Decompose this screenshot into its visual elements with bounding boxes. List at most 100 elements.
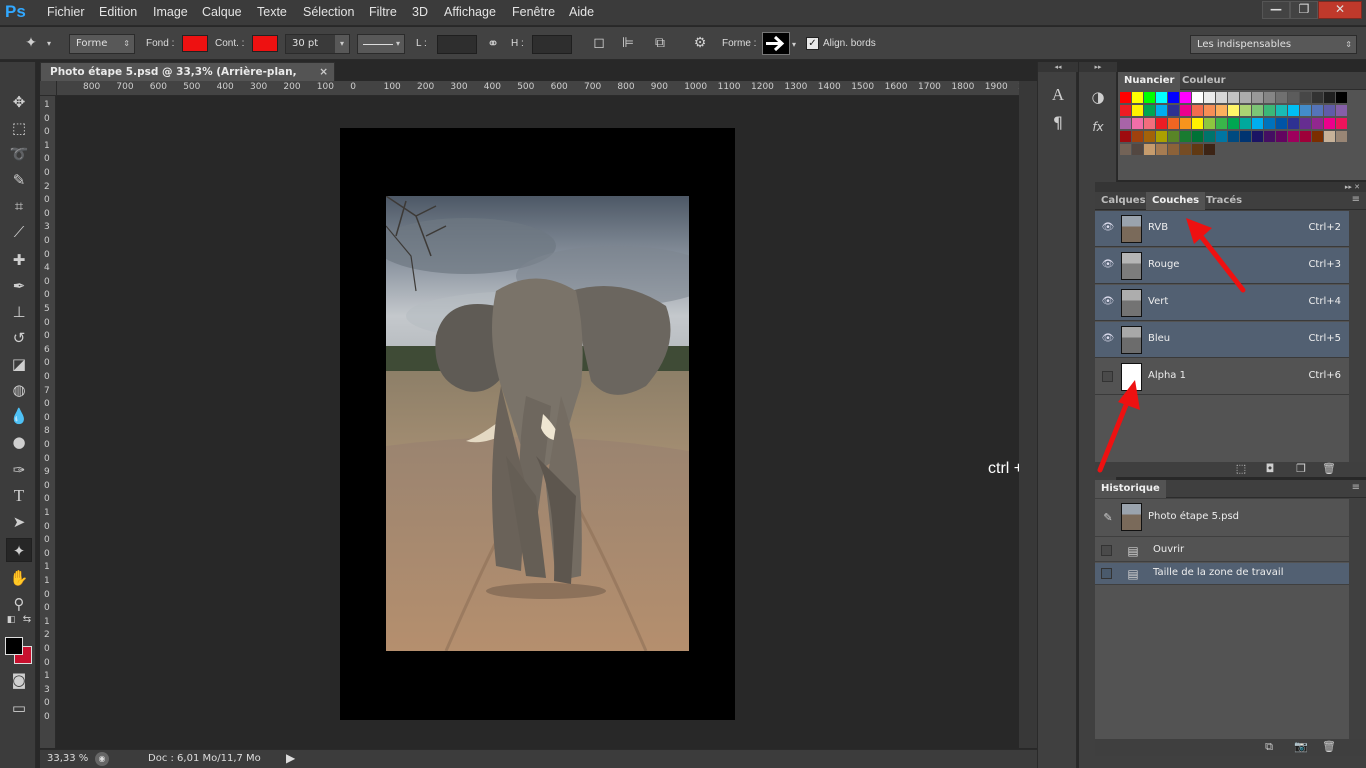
hand-tool-icon[interactable]: ✋: [6, 566, 32, 590]
quick-mask-icon[interactable]: ◙: [6, 668, 32, 692]
camera-icon[interactable]: 📷: [1293, 738, 1309, 756]
color-swatch[interactable]: [1288, 105, 1299, 116]
color-swatch[interactable]: [1156, 131, 1167, 142]
color-swatch[interactable]: [1132, 144, 1143, 155]
color-swatch[interactable]: [1120, 105, 1131, 116]
color-swatch[interactable]: [1144, 144, 1155, 155]
color-swatch[interactable]: [1312, 105, 1323, 116]
menu-fenetre[interactable]: Fenêtre: [512, 5, 555, 19]
tab-historique[interactable]: Historique: [1095, 480, 1166, 498]
color-swatch[interactable]: [1180, 92, 1191, 103]
eyedropper-tool-icon[interactable]: ⟋: [6, 220, 32, 244]
color-swatch[interactable]: [1132, 92, 1143, 103]
color-swatch[interactable]: [1168, 105, 1179, 116]
color-swatch[interactable]: [1336, 131, 1347, 142]
color-swatch[interactable]: [1288, 131, 1299, 142]
color-swatch[interactable]: [1264, 118, 1275, 129]
brush-tool-icon[interactable]: ✒: [6, 274, 32, 298]
color-swatch[interactable]: [1276, 92, 1287, 103]
history-snapshot[interactable]: ✎ Photo étape 5.psd: [1095, 499, 1349, 537]
close-tab-icon[interactable]: ×: [319, 63, 328, 81]
color-swatch[interactable]: [1312, 131, 1323, 142]
color-swatch[interactable]: [1324, 105, 1335, 116]
color-swatch[interactable]: [1300, 131, 1311, 142]
color-swatch[interactable]: [1216, 118, 1227, 129]
panel-dock-collapse-icon[interactable]: ▸▸ ✕: [1095, 182, 1366, 192]
status-menu-arrow-icon[interactable]: ▶: [286, 751, 295, 765]
menu-texte[interactable]: Texte: [257, 5, 287, 19]
new-channel-icon[interactable]: ❐: [1293, 460, 1309, 478]
color-swatch[interactable]: [1204, 92, 1215, 103]
color-swatch[interactable]: [1240, 131, 1251, 142]
history-menu-icon[interactable]: ≡: [1352, 482, 1360, 493]
color-swatch[interactable]: [1252, 131, 1263, 142]
swap-colors-icon[interactable]: ⇆: [20, 614, 34, 626]
custom-shape-tool-icon[interactable]: ✦: [20, 34, 42, 52]
color-swatch[interactable]: [1192, 144, 1203, 155]
color-swatch[interactable]: [1144, 105, 1155, 116]
shape-picker[interactable]: [762, 32, 790, 55]
color-swatch[interactable]: [1240, 105, 1251, 116]
expand-panels-icon[interactable]: ◂◂: [1038, 62, 1078, 72]
lasso-tool-icon[interactable]: ➰: [6, 142, 32, 166]
color-swatch[interactable]: [1288, 92, 1299, 103]
tab-couleur[interactable]: Couleur: [1176, 72, 1232, 90]
color-swatch[interactable]: [1216, 92, 1227, 103]
color-swatch[interactable]: [1252, 118, 1263, 129]
eraser-tool-icon[interactable]: ◪: [6, 352, 32, 376]
stroke-type-select[interactable]: ▾: [357, 34, 405, 54]
history-source-box[interactable]: [1101, 568, 1112, 579]
height-input[interactable]: [532, 35, 572, 54]
color-swatch[interactable]: [1276, 118, 1287, 129]
blur-tool-icon[interactable]: 💧: [6, 404, 32, 428]
color-swatch[interactable]: [1192, 131, 1203, 142]
color-swatch[interactable]: [1264, 105, 1275, 116]
color-swatch[interactable]: [1192, 105, 1203, 116]
color-swatch[interactable]: [1288, 118, 1299, 129]
color-swatch[interactable]: [1204, 131, 1215, 142]
color-swatch[interactable]: [1180, 118, 1191, 129]
pen-tool-icon[interactable]: ✑: [6, 458, 32, 482]
history-source-box[interactable]: [1101, 545, 1112, 556]
history-brush-tool-icon[interactable]: ↺: [6, 326, 32, 350]
color-swatch[interactable]: [1180, 131, 1191, 142]
history-step-ouvrir[interactable]: ▤ Ouvrir: [1095, 540, 1349, 562]
vertical-scrollbar[interactable]: [1019, 81, 1037, 748]
menu-image[interactable]: Image: [153, 5, 188, 19]
color-swatch[interactable]: [1156, 92, 1167, 103]
color-swatch[interactable]: [1120, 118, 1131, 129]
fill-color-swatch[interactable]: [182, 35, 208, 52]
color-swatch[interactable]: [1228, 105, 1239, 116]
paragraph-panel-icon[interactable]: ¶: [1048, 114, 1068, 132]
stroke-width-input[interactable]: 30 pt ▾: [285, 34, 350, 54]
history-brush-source-icon[interactable]: ✎: [1099, 509, 1117, 527]
menu-filtre[interactable]: Filtre: [369, 5, 397, 19]
screen-mode-icon[interactable]: ▭: [6, 696, 32, 720]
zoom-level[interactable]: 33,33 %: [47, 753, 88, 764]
color-swatch[interactable]: [1336, 105, 1347, 116]
new-document-from-state-icon[interactable]: ⧉: [1261, 738, 1277, 756]
collapse-panels-icon[interactable]: ▸▸: [1079, 62, 1117, 72]
menu-3d[interactable]: 3D: [412, 5, 428, 19]
color-swatch[interactable]: [1252, 92, 1263, 103]
color-swatch[interactable]: [1168, 144, 1179, 155]
color-swatch[interactable]: [1240, 92, 1251, 103]
color-swatch[interactable]: [1168, 118, 1179, 129]
color-swatch[interactable]: [1300, 105, 1311, 116]
minimize-button[interactable]: —: [1262, 1, 1290, 19]
color-swatch[interactable]: [1204, 118, 1215, 129]
move-tool-icon[interactable]: ✥: [6, 90, 32, 114]
styles-panel-icon[interactable]: fx: [1088, 118, 1108, 136]
panel-menu-icon[interactable]: ≡: [1352, 194, 1360, 205]
color-swatch[interactable]: [1168, 131, 1179, 142]
gear-icon[interactable]: ⚙: [690, 34, 710, 52]
status-info-icon[interactable]: ◉: [95, 752, 109, 766]
color-swatch[interactable]: [1180, 144, 1191, 155]
path-arrangement-icon[interactable]: ⧉: [650, 34, 670, 52]
color-swatch[interactable]: [1312, 92, 1323, 103]
color-swatch[interactable]: [1168, 92, 1179, 103]
color-swatch[interactable]: [1192, 92, 1203, 103]
color-swatch[interactable]: [1324, 131, 1335, 142]
color-swatch[interactable]: [1228, 131, 1239, 142]
menu-aide[interactable]: Aide: [569, 5, 594, 19]
